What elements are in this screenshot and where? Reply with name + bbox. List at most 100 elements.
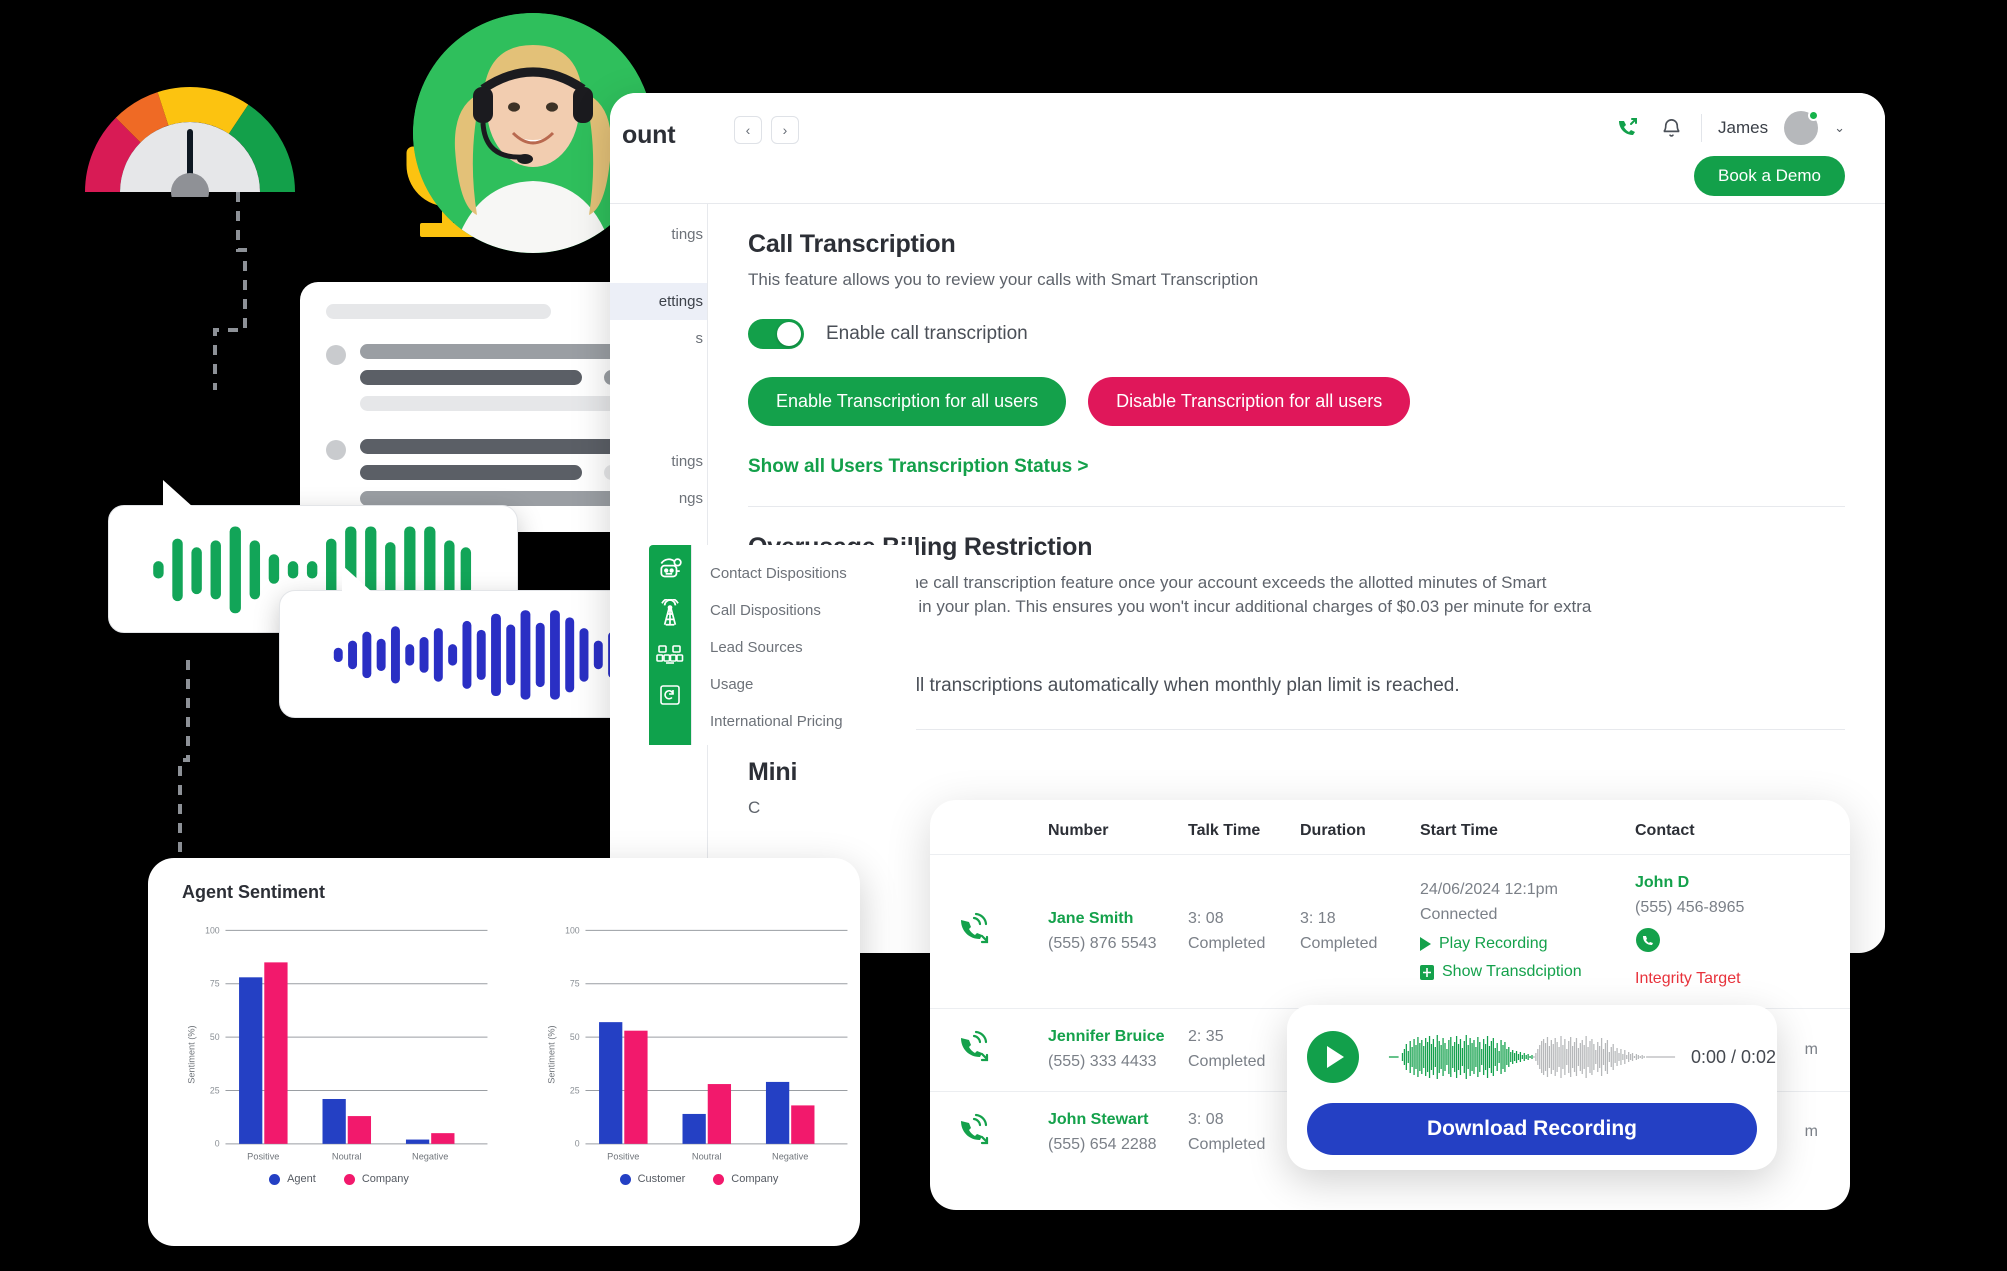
audio-player-card: 0:00 / 0:02 Download Recording [1287, 1005, 1777, 1170]
caller-name[interactable]: Jennifer Bruice [1048, 1025, 1188, 1050]
section-subtitle-transcription: This feature allows you to review your c… [748, 270, 1259, 289]
contact-name[interactable]: John D [1635, 874, 1689, 891]
legend-company: Company [713, 1173, 778, 1185]
sidebar-item-international-pricing[interactable]: International Pricing [710, 703, 916, 740]
download-recording-button[interactable]: Download Recording [1307, 1103, 1757, 1155]
toggle-knob [777, 321, 801, 346]
chart-customer-sentiment: 100 75 50 25 0 Sentiment (%) Positive No… [534, 909, 864, 1185]
play-recording-action[interactable]: Play Recording [1420, 932, 1635, 957]
enable-transcription-all-button[interactable]: Enable Transcription for all users [748, 376, 1067, 426]
audio-timestamp: 0:00 / 0:02 [1691, 1046, 1777, 1067]
caller-name[interactable]: John Stewart [1048, 1108, 1188, 1133]
sidebar-submenu: Contact Dispositions Call Dispositions L… [691, 545, 916, 745]
call-contact-button[interactable] [1635, 927, 1824, 962]
contact-tag: Integrity Target [1635, 970, 1741, 988]
sidebar-item-4[interactable]: ngs [610, 480, 707, 517]
chart-2-legend: Customer Company [534, 1173, 864, 1185]
phone-circle-icon [1636, 927, 1660, 952]
sidebar-item-call-dispositions[interactable]: Call Dispositions [710, 592, 916, 629]
chevron-down-icon[interactable]: ⌄ [1834, 120, 1845, 136]
svg-text:100: 100 [205, 925, 220, 935]
call-transcription-section: Call Transcription This feature allows y… [748, 230, 1845, 478]
sidebar-item-contact-dispositions[interactable]: Contact Dispositions [710, 555, 916, 592]
app-topbar: ount ‹ › James ⌄ Book a Demo [610, 93, 1885, 203]
svg-text:0: 0 [215, 1139, 220, 1149]
start-time-truncated: m [1804, 1123, 1818, 1141]
refresh-icon[interactable] [658, 683, 682, 707]
svg-text:100: 100 [565, 925, 580, 935]
svg-text:75: 75 [210, 979, 220, 989]
disable-transcription-all-button[interactable]: Disable Transcription for all users [1088, 376, 1411, 426]
talk-status: Completed [1188, 1135, 1266, 1153]
tower-icon[interactable] [657, 599, 683, 629]
svg-text:25: 25 [210, 1085, 220, 1095]
page-title: ount [622, 121, 676, 149]
calls-table-header: Number Talk Time Duration Start Time Con… [930, 800, 1850, 854]
column-header-contact: Contact [1635, 822, 1695, 839]
enable-call-transcription-toggle[interactable] [748, 318, 804, 349]
bulk-transcription-actions: Enable Transcription for all users Disab… [748, 376, 1845, 426]
duration-status: Completed [1300, 934, 1378, 952]
sidebar-icon-strip [649, 545, 691, 745]
talk-status: Completed [1188, 934, 1266, 952]
skeleton-bar [326, 304, 551, 319]
chart-1-svg: 10075 50250 Sentiment (%) Positive Noutr… [186, 925, 488, 1161]
contact-number: (555) 456-8965 [1635, 898, 1745, 916]
audio-player-controls: 0:00 / 0:02 [1307, 1021, 1776, 1093]
sidebar-item-3[interactable]: tings [610, 443, 707, 480]
svg-text:0: 0 [575, 1139, 580, 1149]
sidebar-item-lead-sources[interactable]: Lead Sources [710, 629, 916, 666]
svg-text:Positive: Positive [247, 1151, 279, 1161]
connection-status: Connected [1420, 905, 1498, 923]
column-header-talk-time: Talk Time [1188, 822, 1261, 839]
sidebar-item-0[interactable]: tings [610, 216, 707, 253]
online-status-dot [1808, 110, 1820, 121]
incoming-call-icon [956, 912, 1048, 951]
transcript-icon [1420, 965, 1434, 981]
duration: 3: 18 [1300, 909, 1336, 927]
bubble-tail [342, 565, 372, 592]
column-header-duration: Duration [1300, 822, 1366, 839]
user-name: James [1718, 118, 1769, 137]
sidebar-item-usage[interactable]: Usage [710, 666, 916, 703]
chart-1-legend: Agent Company [174, 1173, 504, 1185]
play-button[interactable] [1307, 1031, 1359, 1083]
play-recording-label: Play Recording [1439, 934, 1548, 952]
sidebar-item-1[interactable]: ettings [610, 283, 707, 320]
start-time: 24/06/2024 12:1pm [1420, 881, 1558, 898]
start-time-truncated: m [1804, 1040, 1818, 1058]
column-header-start-time: Start Time [1420, 822, 1498, 839]
pager-prev-button[interactable]: ‹ [734, 116, 762, 144]
svg-text:Positive: Positive [607, 1151, 639, 1161]
topbar-actions: James ⌄ [1613, 110, 1845, 145]
section-title-mini: Mini [748, 757, 798, 786]
svg-text:50: 50 [210, 1032, 220, 1042]
enable-call-transcription-label: Enable call transcription [826, 322, 1028, 344]
svg-text:Sentiment (%): Sentiment (%) [546, 1025, 556, 1083]
talk-time: 3: 08 [1188, 1110, 1224, 1128]
show-transcription-action[interactable]: Show Transdciption [1420, 960, 1635, 985]
svg-text:75: 75 [570, 979, 580, 989]
section-title-transcription: Call Transcription [748, 230, 956, 258]
avatar[interactable] [1784, 110, 1820, 145]
book-a-demo-button[interactable]: Book a Demo [1694, 156, 1845, 196]
legend-agent: Agent [269, 1173, 316, 1185]
sidebar-item-2[interactable]: s [610, 320, 707, 357]
svg-text:Noutral: Noutral [332, 1151, 362, 1161]
caller-number: (555) 654 2288 [1048, 1135, 1157, 1153]
talk-time: 3: 08 [1188, 909, 1224, 927]
enable-transcription-row: Enable call transcription [748, 318, 1845, 349]
robot-icon[interactable] [657, 557, 683, 583]
pager-next-button[interactable]: › [771, 116, 799, 144]
table-row[interactable]: Jane Smith (555) 876 5543 3: 08 Complete… [930, 854, 1850, 1008]
audio-waveform[interactable] [1387, 1028, 1677, 1086]
chart-agent-sentiment: 100 75 50 25 0 Sentiment (%) Positive No… [174, 909, 504, 1185]
bell-icon[interactable] [1657, 114, 1685, 142]
grid-icon[interactable] [656, 645, 684, 667]
outgoing-call-icon[interactable] [1613, 114, 1641, 142]
speaker-dot [326, 345, 346, 365]
svg-text:Negative: Negative [772, 1151, 808, 1161]
show-users-transcription-status-link[interactable]: Show all Users Transcription Status > [748, 456, 1845, 478]
svg-text:Sentiment (%): Sentiment (%) [186, 1025, 196, 1083]
caller-name[interactable]: Jane Smith [1048, 907, 1188, 932]
